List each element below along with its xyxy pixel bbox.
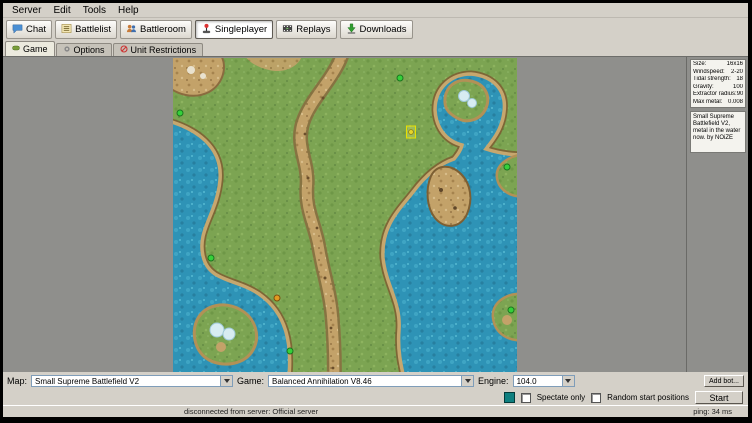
game-tab-icon	[12, 44, 20, 54]
status-bar: disconnected from server: Official serve…	[3, 405, 748, 417]
tab-downloads[interactable]: Downloads	[340, 20, 413, 39]
singleplayer-tabstrip: Game Options Unit Restrictions	[3, 41, 748, 56]
battleroom-icon	[126, 23, 137, 37]
random-start-positions-checkbox[interactable]	[591, 393, 601, 403]
singleplayer-icon	[201, 23, 212, 37]
info-label: Gravity:	[693, 84, 714, 92]
random-start-positions-label: Random start positions	[607, 393, 689, 402]
menu-bar: Server Edit Tools Help	[3, 3, 748, 18]
downloads-icon	[346, 23, 357, 37]
battlelist-icon	[61, 23, 72, 37]
chevron-down-icon	[565, 379, 571, 383]
map-info-row: Extractor radius: 90	[693, 91, 743, 99]
info-label: Tidal strength:	[693, 76, 731, 84]
spectate-only-label: Spectate only	[537, 393, 585, 402]
engine-combobox-value: 104.0	[517, 377, 537, 386]
map-info-row: Tidal strength: 18	[693, 76, 743, 84]
map-info-row: Windspeed: 2-20	[693, 69, 743, 77]
game-combobox-value: Balanced Annihilation V8.46	[272, 377, 372, 386]
tab-downloads-label: Downloads	[360, 24, 407, 35]
map-info-row: Gravity: 100	[693, 84, 743, 92]
map-image	[173, 58, 517, 372]
main-toolbar: Chat Battlelist Battleroom Singleplayer …	[3, 18, 748, 41]
map-combobox-arrow[interactable]	[220, 376, 232, 386]
menu-server[interactable]: Server	[6, 4, 47, 17]
tab-replays-label: Replays	[296, 24, 330, 35]
map-combobox-value: Small Supreme Battlefield V2	[35, 377, 139, 386]
tab-battlelist[interactable]: Battlelist	[55, 20, 117, 39]
tab-game[interactable]: Game	[5, 41, 55, 56]
options-gear-icon	[63, 45, 71, 55]
tab-replays[interactable]: Replays	[276, 20, 336, 39]
tab-unit-restrictions-label: Unit Restrictions	[131, 45, 197, 55]
map-info-row: Max metal: 0.008	[693, 99, 743, 107]
map-preview[interactable]	[173, 58, 517, 372]
map-info-panel: Size: 16x16 Windspeed: 2-20 Tidal streng…	[686, 57, 748, 372]
desktop-background: { "menu": { "items": ["Server", "Edit", …	[0, 0, 752, 423]
add-bot-button[interactable]: Add bot...	[704, 375, 744, 387]
start-button[interactable]: Start	[695, 391, 743, 404]
game-combobox[interactable]: Balanced Annihilation V8.46	[268, 375, 474, 387]
tab-singleplayer[interactable]: Singleplayer	[195, 20, 273, 39]
tab-game-label: Game	[23, 44, 48, 54]
restrictions-icon	[120, 45, 128, 55]
map-info-row: Size: 16x16	[693, 61, 743, 69]
menu-edit[interactable]: Edit	[47, 4, 76, 17]
map-description: Small Supreme Battlefield V2, metal in t…	[690, 111, 746, 153]
map-combobox[interactable]: Small Supreme Battlefield V2	[31, 375, 233, 387]
tab-options-label: Options	[74, 45, 105, 55]
ping-status: ping: 34 ms	[693, 407, 732, 416]
map-info-box: Size: 16x16 Windspeed: 2-20 Tidal streng…	[690, 59, 746, 108]
game-label: Game:	[237, 376, 264, 386]
tab-battleroom-label: Battleroom	[140, 24, 186, 35]
tab-options[interactable]: Options	[56, 43, 112, 56]
engine-label: Engine:	[478, 376, 509, 386]
menu-help[interactable]: Help	[112, 4, 145, 17]
chevron-down-icon	[224, 379, 230, 383]
info-label: Size:	[693, 61, 706, 69]
map-label: Map:	[7, 376, 27, 386]
tab-battleroom[interactable]: Battleroom	[120, 20, 192, 39]
info-label: Extractor radius:	[693, 91, 737, 99]
info-value: 2-20	[731, 69, 743, 77]
tab-battlelist-label: Battlelist	[75, 24, 111, 35]
engine-combobox[interactable]: 104.0	[513, 375, 575, 387]
info-value: 100	[733, 84, 743, 92]
tab-unit-restrictions[interactable]: Unit Restrictions	[113, 43, 204, 56]
spectate-only-checkbox[interactable]	[521, 393, 531, 403]
start-options-row: Spectate only Random start positions Sta…	[3, 390, 748, 405]
menu-tools[interactable]: Tools	[77, 4, 112, 17]
info-value: 16x16	[727, 61, 743, 69]
tab-chat[interactable]: Chat	[6, 20, 52, 39]
info-label: Windspeed:	[693, 69, 725, 77]
game-combobox-arrow[interactable]	[461, 376, 473, 386]
lobby-window: Server Edit Tools Help Chat Battlelist B…	[3, 3, 748, 417]
replays-icon	[282, 23, 293, 37]
selection-row: Map: Small Supreme Battlefield V2 Game: …	[3, 372, 748, 390]
connection-status: disconnected from server: Official serve…	[184, 407, 318, 416]
engine-combobox-arrow[interactable]	[562, 376, 574, 386]
tab-chat-label: Chat	[26, 24, 46, 35]
player-color-swatch[interactable]	[504, 392, 515, 403]
info-value: 0.008	[728, 99, 743, 107]
info-value: 90	[737, 91, 743, 99]
chevron-down-icon	[465, 379, 471, 383]
info-value: 18	[736, 76, 743, 84]
map-preview-area: Size: 16x16 Windspeed: 2-20 Tidal streng…	[3, 56, 748, 372]
tab-singleplayer-label: Singleplayer	[215, 24, 267, 35]
chat-icon	[12, 23, 23, 37]
info-label: Max metal:	[693, 99, 722, 107]
